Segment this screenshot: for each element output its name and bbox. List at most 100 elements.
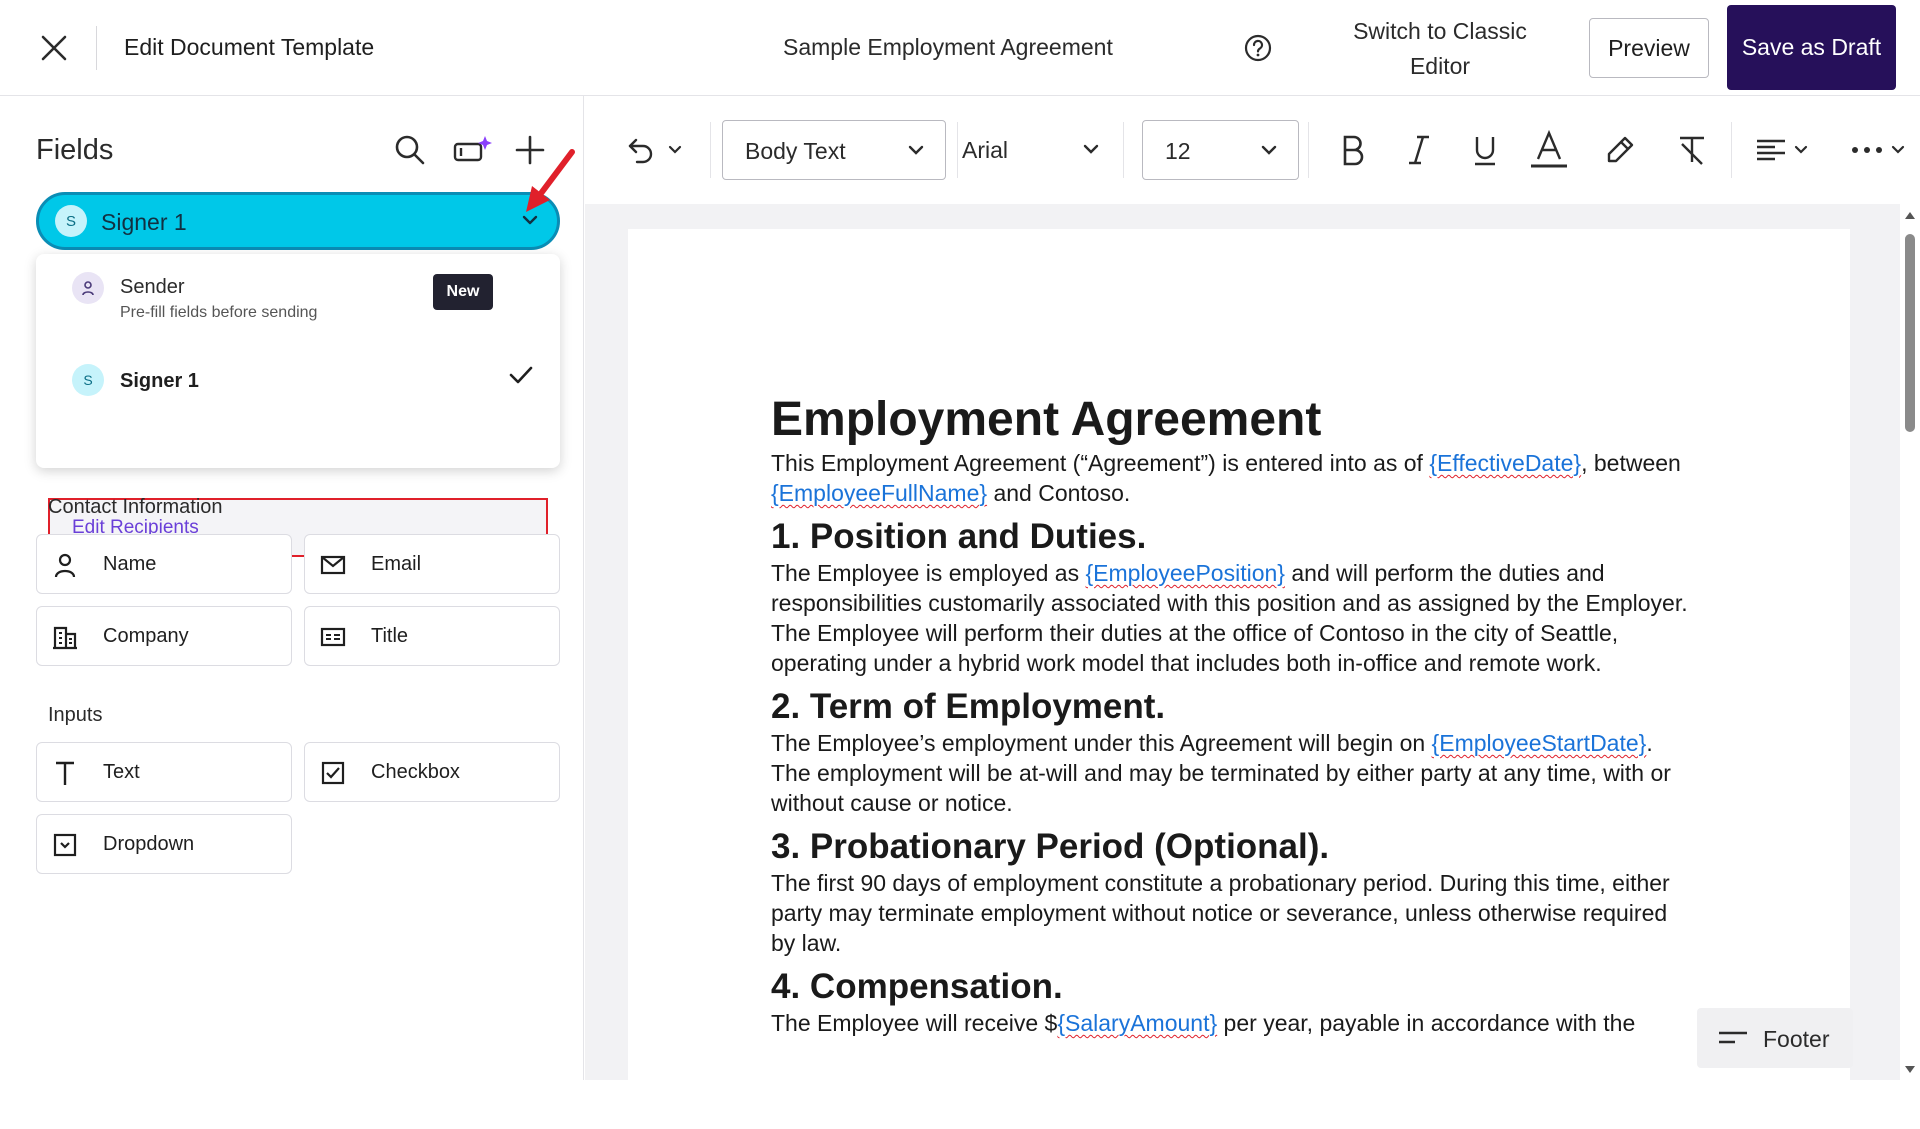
section-4-heading: 4. Compensation. [771,967,1063,1006]
text-t-icon [56,761,74,785]
field-email[interactable]: Email [304,534,560,594]
field-checkbox-label: Checkbox [371,761,460,783]
recipient-dropdown-menu: Sender Pre-fill fields before sending Ne… [36,254,560,557]
signer-avatar: S [72,364,104,396]
checkbox-icon [321,761,345,785]
signer-label: Signer 1 [120,370,199,392]
editor-canvas: Employment Agreement This Employment Agr… [585,204,1900,1129]
footer-lines-icon [1719,1031,1747,1044]
document-page[interactable]: Employment Agreement This Employment Agr… [628,229,1850,1129]
intro-paragraph: This Employment Agreement (“Agreement”) … [771,450,1681,506]
recipient-selector[interactable]: S Signer 1 [36,192,560,250]
document-title: Employment Agreement [771,393,1322,446]
section-2-paragraph: The Employee’s employment under this Agr… [771,730,1671,816]
footer-button-label: Footer [1763,1026,1830,1052]
toolbar-divider [1123,122,1124,178]
field-email-label: Email [371,553,422,575]
chevron-down-icon [668,145,682,154]
footer-button[interactable]: Footer [1697,1008,1853,1068]
document-name: Sample Employment Agreement [783,34,1113,60]
undo-button[interactable] [623,126,687,174]
scroll-down-arrow-icon[interactable] [1905,1066,1915,1073]
toolbar-divider [710,122,711,178]
font-family-select[interactable]: Arial [954,120,1114,180]
text-color-icon [1531,129,1567,168]
toolbar-divider [1308,122,1309,178]
placeholder-employee-start-date[interactable]: {EmployeeStartDate} [1432,730,1647,756]
chevron-down-icon [1794,145,1808,154]
help-button[interactable] [1242,32,1274,64]
inputs-label: Inputs [48,704,103,726]
text-color-button[interactable] [1521,122,1577,176]
sender-subtitle: Pre-fill fields before sending [120,304,318,321]
section-4-paragraph: The Employee will receive ${SalaryAmount… [771,1010,1636,1036]
chevron-down-icon [1083,144,1099,154]
sender-avatar [72,272,104,304]
search-fields-button[interactable] [390,130,430,170]
placeholder-employee-full-name[interactable]: {EmployeeFullName} [771,480,987,506]
clear-formatting-icon [1680,136,1704,165]
highlight-button[interactable] [1595,126,1645,174]
ai-sparkle-field-icon [453,136,492,162]
scroll-thumb[interactable] [1905,234,1915,432]
underline-icon [1475,137,1495,166]
placeholder-employee-position[interactable]: {EmployeePosition} [1086,560,1285,586]
app-header: Edit Document Template Sample Employment… [0,0,1920,96]
paragraph-style-select[interactable]: Body Text [722,120,946,180]
preview-button[interactable]: Preview [1589,18,1709,78]
bold-icon [1343,135,1364,166]
editor-scrollbar[interactable] [1900,204,1920,1080]
menu-item-sender[interactable]: Sender Pre-fill fields before sending Ne… [36,254,560,344]
ai-fields-button[interactable] [452,130,492,170]
font-size-value: 12 [1165,138,1191,164]
italic-button[interactable] [1395,126,1443,174]
menu-item-signer-1[interactable]: S Signer 1 [36,350,560,410]
section-2-heading: 2. Term of Employment. [771,687,1166,726]
sender-title: Sender [120,276,185,298]
envelope-icon [320,555,346,575]
switch-classic-editor-button[interactable]: Switch to Classic Editor [1330,14,1550,84]
field-name[interactable]: Name [36,534,292,594]
chevron-down-icon [908,145,924,155]
new-badge: New [433,274,493,310]
signer-avatar: S [55,205,87,237]
bold-button[interactable] [1329,126,1377,174]
font-family-value: Arial [962,137,1009,163]
search-icon [395,135,425,165]
scroll-up-arrow-icon[interactable] [1905,212,1915,219]
field-title[interactable]: Title [304,606,560,666]
field-checkbox[interactable]: Checkbox [304,742,560,802]
person-icon [54,553,76,578]
chevron-down-icon [1891,145,1905,154]
document-body: Employment Agreement This Employment Agr… [771,392,1691,1038]
section-3-paragraph: The first 90 days of employment constitu… [771,870,1670,956]
annotation-arrow-icon [526,149,575,212]
underline-button[interactable] [1461,126,1509,174]
save-as-draft-button[interactable]: Save as Draft [1727,5,1896,90]
placeholder-effective-date[interactable]: {EffectiveDate} [1429,450,1581,476]
formatting-toolbar: Body Text Arial 12 [585,96,1920,204]
field-company[interactable]: Company [36,606,292,666]
field-dropdown[interactable]: Dropdown [36,814,292,874]
close-button[interactable] [36,30,72,66]
fields-sidebar: Fields S Signer 1 Sender Pre-fill fields… [0,96,584,1080]
field-text[interactable]: Text [36,742,292,802]
building-icon [53,626,77,650]
section-3-heading: 3. Probationary Period (Optional). [771,827,1330,866]
section-1-paragraph: The Employee is employed as {EmployeePos… [771,560,1688,676]
undo-icon [628,138,653,164]
more-options-button[interactable] [1843,126,1913,174]
placeholder-salary-amount[interactable]: {SalaryAmount} [1057,1010,1217,1036]
checkmark-icon [509,366,533,384]
close-icon [41,35,67,61]
selected-recipient-label: Signer 1 [101,209,187,235]
field-name-label: Name [103,553,157,575]
alignment-button[interactable] [1745,126,1819,174]
clear-formatting-button[interactable] [1667,126,1717,174]
paragraph-style-value: Body Text [745,138,846,164]
font-size-select[interactable]: 12 [1142,120,1299,180]
field-text-label: Text [103,761,140,783]
dropdown-box-icon [53,833,77,857]
highlighter-icon [1607,136,1634,163]
section-1-heading: 1. Position and Duties. [771,517,1147,556]
